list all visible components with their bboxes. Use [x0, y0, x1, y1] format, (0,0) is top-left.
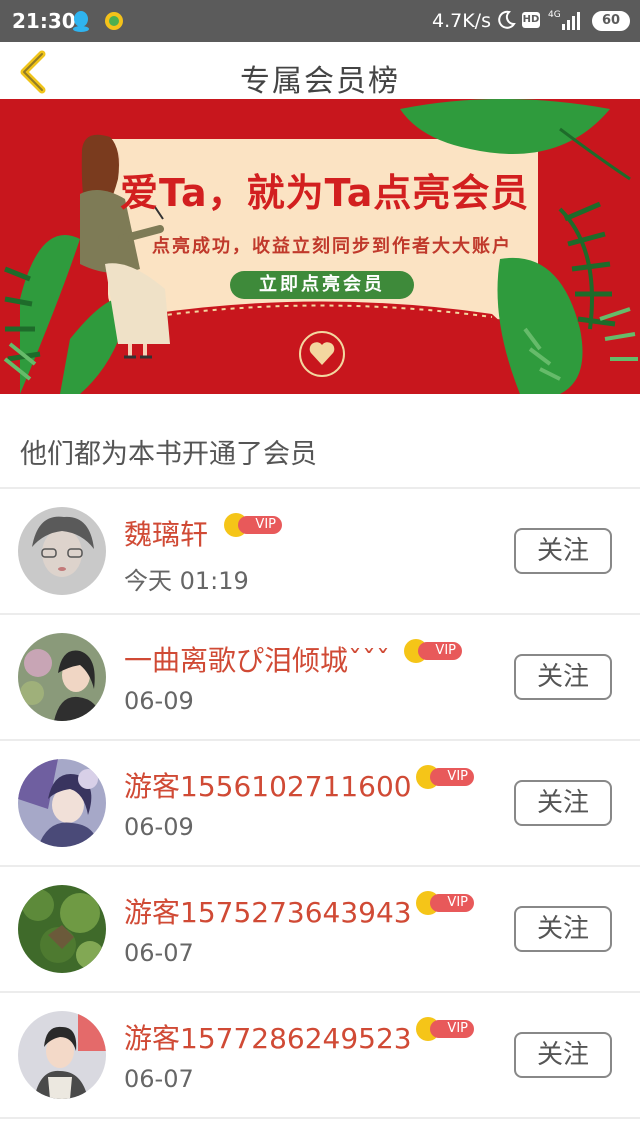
avatar[interactable]	[18, 507, 106, 595]
moon-icon	[498, 10, 516, 29]
member-date: 06-09	[124, 687, 194, 715]
status-bar: 21:30 4.7K/s HD 4G 60	[0, 0, 640, 42]
avatar[interactable]	[18, 885, 106, 973]
member-name: 一曲离歌ぴ泪倾城ˇˇˇ	[124, 644, 391, 677]
hd-badge: HD	[522, 12, 540, 28]
member-date: 06-09	[124, 813, 194, 841]
member-name: 游客1577286249523	[124, 1022, 412, 1055]
vip-label: VIP	[418, 642, 462, 660]
vip-label: VIP	[430, 894, 474, 912]
avatar[interactable]	[18, 759, 106, 847]
member-row[interactable]: 一曲离歌ぴ泪倾城ˇˇˇ VIP 06-09 关注	[0, 615, 640, 739]
signal-icon: 4G	[548, 10, 580, 30]
vip-label: VIP	[430, 768, 474, 786]
follow-button[interactable]: 关注	[514, 1032, 612, 1078]
follow-button[interactable]: 关注	[514, 528, 612, 574]
member-row[interactable]: 魏璃轩 VIP 今天 01:19 关注	[0, 489, 640, 613]
vip-badge: VIP	[416, 765, 474, 789]
divider	[0, 1117, 640, 1119]
vip-label: VIP	[238, 516, 282, 534]
vip-badge: VIP	[416, 1017, 474, 1041]
member-name: 魏璃轩	[124, 518, 209, 551]
net-speed: 4.7K/s	[432, 10, 491, 32]
member-row[interactable]: 游客1556102711600 VIP 06-09 关注	[0, 741, 640, 865]
vip-label: VIP	[430, 1020, 474, 1038]
status-time: 21:30	[12, 9, 76, 33]
member-row[interactable]: 游客1575273643943 VIP 06-07 关注	[0, 867, 640, 991]
page-header: 专属会员榜	[0, 42, 640, 99]
network-type: 4G	[548, 10, 561, 20]
vip-badge: VIP	[404, 639, 462, 663]
avatar[interactable]	[18, 1011, 106, 1099]
follow-button[interactable]: 关注	[514, 780, 612, 826]
section-title: 他们都为本书开通了会员	[20, 439, 317, 470]
vip-badge: VIP	[224, 513, 282, 537]
page-title: 专属会员榜	[240, 64, 400, 99]
member-row[interactable]: 游客1577286249523 VIP 06-07 关注	[0, 993, 640, 1117]
app-notification-icon	[105, 12, 123, 30]
light-up-member-button[interactable]: 立即点亮会员	[230, 271, 414, 299]
avatar[interactable]	[18, 633, 106, 721]
member-name: 游客1575273643943	[124, 896, 412, 929]
member-date: 今天 01:19	[124, 567, 249, 595]
vip-badge: VIP	[416, 891, 474, 915]
member-date: 06-07	[124, 1065, 194, 1093]
member-banner[interactable]: 爱Ta，就为Ta点亮会员 点亮成功，收益立刻同步到作者大大账户 立即点亮会员	[0, 99, 640, 394]
follow-button[interactable]: 关注	[514, 654, 612, 700]
banner-subtitle: 点亮成功，收益立刻同步到作者大大账户	[152, 236, 512, 257]
follow-button[interactable]: 关注	[514, 906, 612, 952]
member-name: 游客1556102711600	[124, 770, 412, 803]
member-date: 06-07	[124, 939, 194, 967]
battery-indicator: 60	[592, 11, 630, 31]
qq-icon	[73, 11, 89, 32]
banner-headline: 爱Ta，就为Ta点亮会员	[120, 171, 530, 215]
